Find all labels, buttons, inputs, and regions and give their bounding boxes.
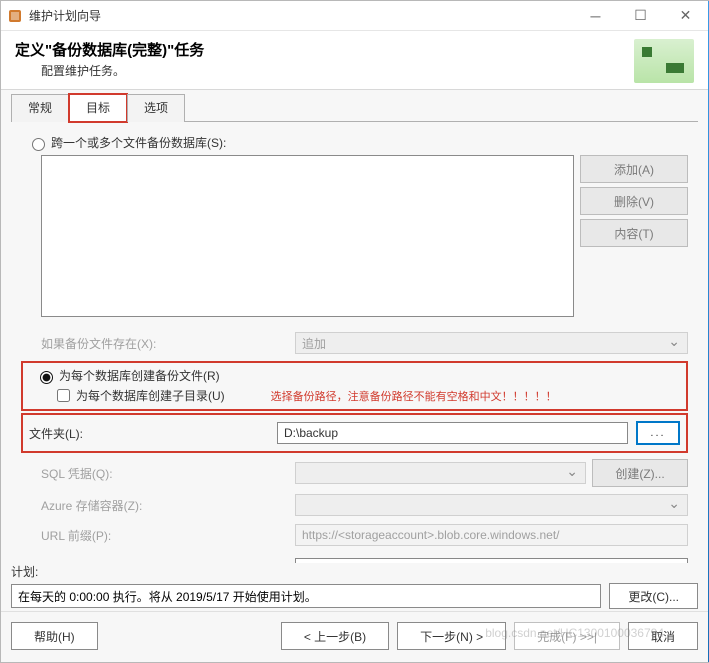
delete-button: 删除(V): [580, 187, 688, 215]
header-title: 定义"备份数据库(完整)"任务: [15, 39, 634, 60]
folder-input[interactable]: [277, 422, 628, 444]
sql-credential-label: SQL 凭据(Q):: [41, 465, 295, 482]
change-schedule-button[interactable]: 更改(C)...: [609, 583, 698, 609]
backup-files-list[interactable]: [41, 155, 574, 317]
tab-target[interactable]: 目标: [69, 94, 127, 122]
url-prefix-label: URL 前缀(P):: [41, 527, 295, 544]
app-icon: [7, 8, 23, 24]
prev-button[interactable]: < 上一步(B): [281, 622, 389, 650]
file-ext-label: 备份文件扩展名(O):: [41, 561, 295, 564]
sql-credential-combo: [295, 462, 586, 484]
tab-target-label: 目标: [86, 101, 110, 115]
titlebar: 维护计划向导 ─ ☐ ✕: [1, 1, 708, 31]
tab-general[interactable]: 常规: [11, 94, 69, 122]
maximize-button[interactable]: ☐: [618, 1, 663, 31]
radio-multi-file-label: 跨一个或多个文件备份数据库(S):: [51, 134, 226, 151]
path-warning-text: 选择备份路径，注意备份路径不能有空格和中文！！！！！: [271, 388, 557, 404]
radio-per-database-label: 为每个数据库创建备份文件(R): [59, 367, 220, 384]
file-ext-input[interactable]: [295, 558, 688, 563]
azure-container-label: Azure 存储容器(Z):: [41, 497, 295, 514]
azure-container-combo: [295, 494, 688, 516]
tab-strip: 常规 目标 选项: [11, 94, 698, 122]
close-button[interactable]: ✕: [663, 1, 708, 31]
add-button[interactable]: 添加(A): [580, 155, 688, 183]
tab-options[interactable]: 选项: [127, 94, 185, 122]
tab-options-label: 选项: [144, 101, 168, 115]
checkbox-subdir[interactable]: [57, 389, 70, 402]
checkbox-subdir-label: 为每个数据库创建子目录(U): [76, 387, 225, 404]
folder-label: 文件夹(L):: [29, 425, 277, 442]
plan-section-label: 计划:: [11, 563, 698, 580]
header-subtitle: 配置维护任务。: [41, 62, 634, 79]
radio-per-database[interactable]: [40, 371, 53, 384]
wizard-header: 定义"备份数据库(完整)"任务 配置维护任务。: [1, 31, 708, 90]
next-button[interactable]: 下一步(N) >: [397, 622, 506, 650]
radio-multi-file[interactable]: [32, 138, 45, 151]
tab-general-label: 常规: [28, 101, 52, 115]
if-file-exists-label: 如果备份文件存在(X):: [41, 335, 295, 352]
url-prefix-display: https://<storageaccount>.blob.core.windo…: [295, 524, 688, 546]
header-graphic-icon: [634, 39, 694, 83]
create-credential-button: 创建(Z)...: [592, 459, 688, 487]
if-file-exists-combo: 追加: [295, 332, 688, 354]
content-button: 内容(T): [580, 219, 688, 247]
browse-folder-button[interactable]: ...: [636, 421, 680, 445]
plan-schedule-input[interactable]: [11, 584, 601, 608]
help-button[interactable]: 帮助(H): [11, 622, 98, 650]
minimize-button[interactable]: ─: [573, 1, 618, 31]
cancel-button[interactable]: 取消: [628, 622, 698, 650]
finish-button: 完成(F) >>|: [514, 622, 620, 650]
window-title: 维护计划向导: [29, 7, 573, 24]
